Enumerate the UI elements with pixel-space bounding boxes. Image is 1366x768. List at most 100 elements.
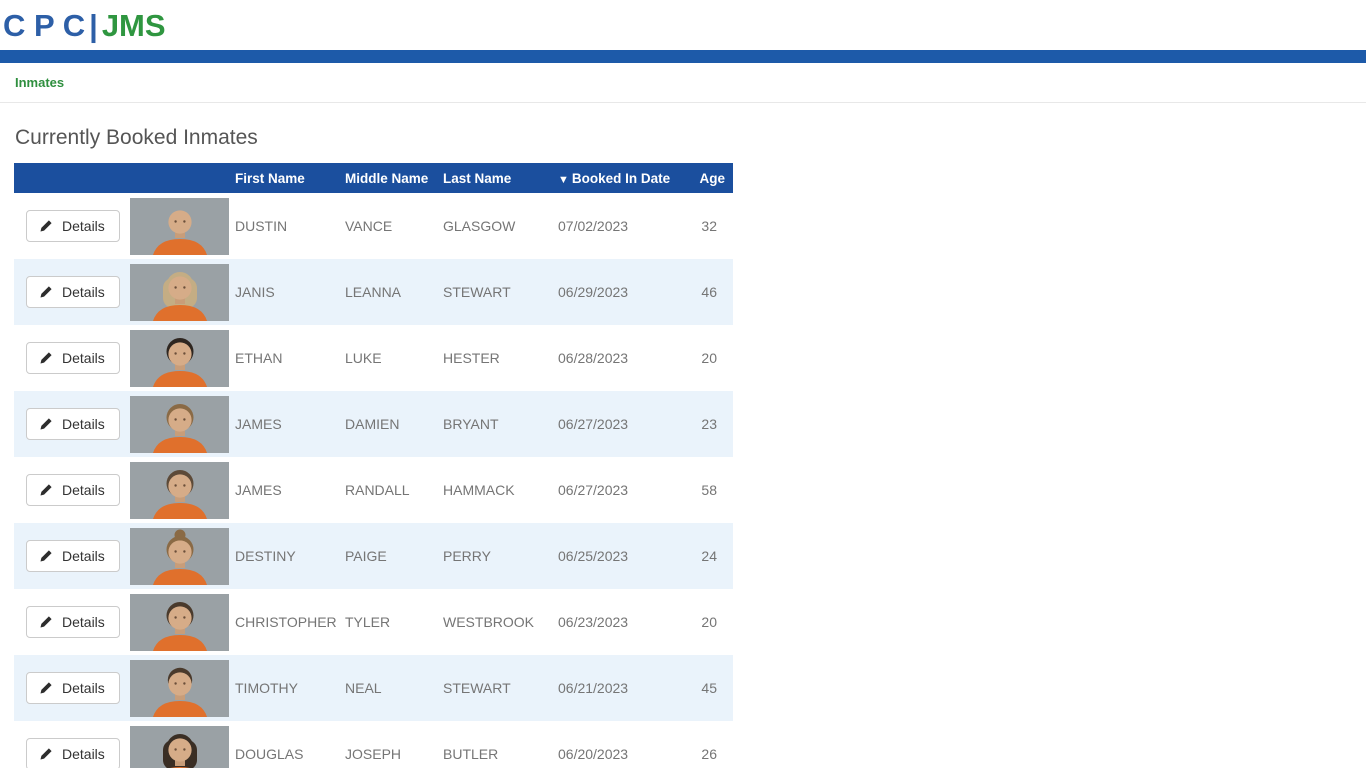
column-header-middle-name[interactable]: Middle Name: [339, 163, 437, 193]
age-cell: 20: [680, 325, 733, 391]
column-header-booked-in-date[interactable]: ▼Booked In Date: [552, 163, 680, 193]
age-cell: 32: [680, 193, 733, 259]
booked-in-date-cell: 06/20/2023: [552, 721, 680, 768]
last-name-cell: HESTER: [437, 325, 552, 391]
first-name-cell: DUSTIN: [229, 193, 339, 259]
column-header-first-name[interactable]: First Name: [229, 163, 339, 193]
details-cell: Details: [14, 721, 124, 768]
column-header-last-name[interactable]: Last Name: [437, 163, 552, 193]
first-name-cell: TIMOTHY: [229, 655, 339, 721]
booked-in-date-cell: 06/27/2023: [552, 391, 680, 457]
booked-in-date-cell: 06/21/2023: [552, 655, 680, 721]
details-button[interactable]: Details: [26, 540, 120, 572]
breadcrumb-inmates[interactable]: Inmates: [15, 75, 64, 90]
age-cell: 26: [680, 721, 733, 768]
nav-bar: [0, 50, 1366, 63]
inmate-photo: [130, 660, 228, 717]
details-cell: Details: [14, 391, 124, 457]
details-button[interactable]: Details: [26, 408, 120, 440]
pencil-icon: [39, 483, 53, 497]
inmate-row: Details TIMOTHY NEAL STEWART 06/21/2023 …: [14, 655, 733, 721]
age-cell: 58: [680, 457, 733, 523]
inmate-photo: [130, 198, 228, 255]
column-header-age[interactable]: Age: [680, 163, 733, 193]
app-header: C P C|JMS: [0, 0, 1366, 50]
details-cell: Details: [14, 523, 124, 589]
pencil-icon: [39, 681, 53, 695]
details-cell: Details: [14, 655, 124, 721]
details-button-label: Details: [62, 680, 105, 696]
booked-in-date-cell: 06/23/2023: [552, 589, 680, 655]
details-button[interactable]: Details: [26, 474, 120, 506]
details-button[interactable]: Details: [26, 672, 120, 704]
first-name-cell: JANIS: [229, 259, 339, 325]
inmate-photo: [130, 462, 228, 519]
middle-name-cell: TYLER: [339, 589, 437, 655]
details-button[interactable]: Details: [26, 276, 120, 308]
inmate-photo: [130, 726, 228, 768]
photo-cell: [124, 655, 229, 721]
inmate-photo: [130, 330, 228, 387]
inmate-row: Details DESTINY PAIGE PERRY 06/25/2023 2…: [14, 523, 733, 589]
inmate-row: Details DOUGLAS JOSEPH BUTLER 06/20/2023…: [14, 721, 733, 768]
details-cell: Details: [14, 589, 124, 655]
breadcrumb-bar: Inmates: [0, 63, 1366, 103]
booked-in-date-cell: 06/28/2023: [552, 325, 680, 391]
middle-name-cell: RANDALL: [339, 457, 437, 523]
main-content: Currently Booked Inmates First Name Midd…: [0, 126, 1366, 768]
details-button-label: Details: [62, 218, 105, 234]
logo-separator: |: [85, 8, 102, 43]
first-name-cell: JAMES: [229, 391, 339, 457]
inmate-row: Details JANIS LEANNA STEWART 06/29/2023 …: [14, 259, 733, 325]
booked-in-date-cell: 07/02/2023: [552, 193, 680, 259]
photo-cell: [124, 193, 229, 259]
photo-cell: [124, 325, 229, 391]
photo-cell: [124, 259, 229, 325]
details-button-label: Details: [62, 416, 105, 432]
middle-name-cell: NEAL: [339, 655, 437, 721]
first-name-cell: CHRISTOPHER: [229, 589, 339, 655]
details-cell: Details: [14, 193, 124, 259]
details-button[interactable]: Details: [26, 342, 120, 374]
inmate-row: Details JAMES DAMIEN BRYANT 06/27/2023 2…: [14, 391, 733, 457]
last-name-cell: BUTLER: [437, 721, 552, 768]
middle-name-cell: DAMIEN: [339, 391, 437, 457]
photo-cell: [124, 457, 229, 523]
photo-cell: [124, 721, 229, 768]
last-name-cell: BRYANT: [437, 391, 552, 457]
pencil-icon: [39, 351, 53, 365]
details-button-label: Details: [62, 746, 105, 762]
inmate-photo: [130, 528, 228, 585]
age-cell: 20: [680, 589, 733, 655]
details-button[interactable]: Details: [26, 210, 120, 242]
details-button-label: Details: [62, 614, 105, 630]
photo-cell: [124, 523, 229, 589]
last-name-cell: STEWART: [437, 259, 552, 325]
first-name-cell: DOUGLAS: [229, 721, 339, 768]
inmate-row: Details ETHAN LUKE HESTER 06/28/2023 20: [14, 325, 733, 391]
last-name-cell: STEWART: [437, 655, 552, 721]
inmate-row: Details CHRISTOPHER TYLER WESTBROOK 06/2…: [14, 589, 733, 655]
details-button-label: Details: [62, 548, 105, 564]
details-cell: Details: [14, 325, 124, 391]
pencil-icon: [39, 615, 53, 629]
details-button-label: Details: [62, 350, 105, 366]
inmates-table: First Name Middle Name Last Name ▼Booked…: [14, 163, 733, 768]
first-name-cell: JAMES: [229, 457, 339, 523]
pencil-icon: [39, 219, 53, 233]
inmate-row: Details JAMES RANDALL HAMMACK 06/27/2023…: [14, 457, 733, 523]
booked-in-date-cell: 06/29/2023: [552, 259, 680, 325]
last-name-cell: PERRY: [437, 523, 552, 589]
middle-name-cell: LUKE: [339, 325, 437, 391]
logo-jms: JMS: [102, 8, 166, 43]
table-body: Details DUSTIN VANCE GLASGOW 07/02/2023 …: [14, 193, 733, 768]
middle-name-cell: VANCE: [339, 193, 437, 259]
details-column-header: [14, 163, 124, 193]
middle-name-cell: PAIGE: [339, 523, 437, 589]
age-cell: 23: [680, 391, 733, 457]
sort-desc-icon: ▼: [558, 174, 569, 186]
photo-cell: [124, 589, 229, 655]
inmate-photo: [130, 594, 228, 651]
details-button[interactable]: Details: [26, 606, 120, 638]
details-button[interactable]: Details: [26, 738, 120, 768]
